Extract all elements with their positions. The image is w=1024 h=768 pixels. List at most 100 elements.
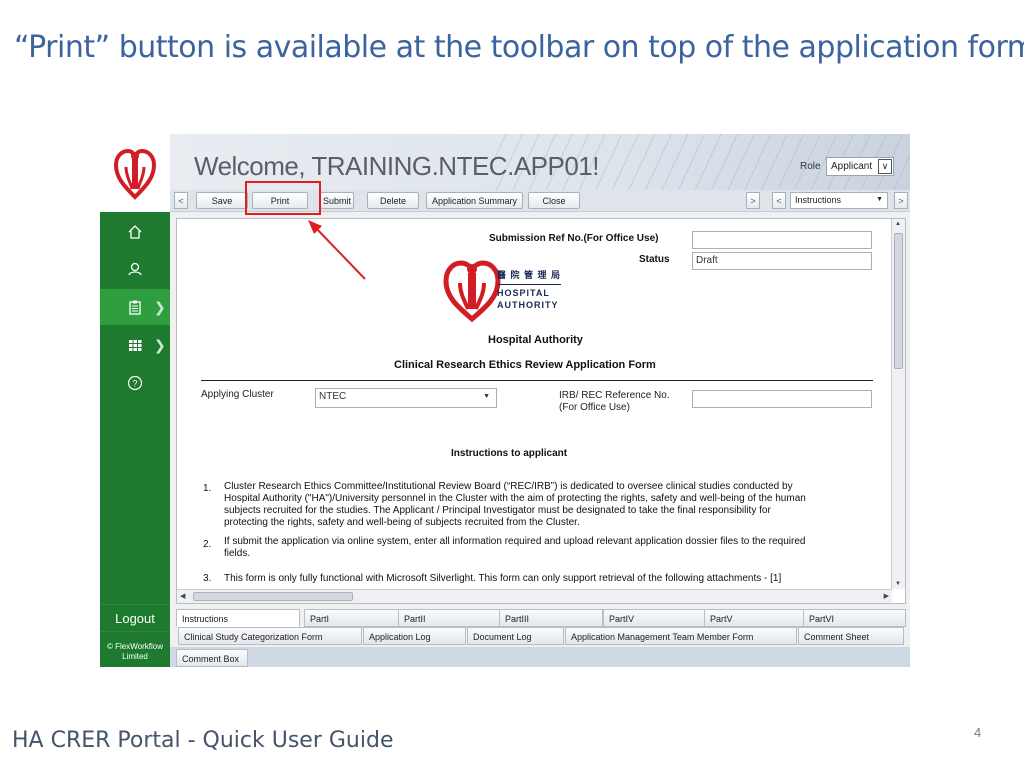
scroll-up-icon[interactable]: ▲ <box>895 221 901 227</box>
instruction-item-3: This form is only fully functional with … <box>224 573 781 585</box>
title-divider <box>201 380 873 381</box>
logout-button[interactable]: Logout <box>100 604 170 632</box>
horizontal-scroll-thumb[interactable] <box>193 592 353 601</box>
sidebar-item-home[interactable] <box>100 214 170 250</box>
app-header: Welcome, TRAINING.NTEC.APP01! Role Appli… <box>170 134 910 190</box>
tabs-bottom-bar <box>170 647 910 667</box>
slide-title: “Print” button is available at the toolb… <box>14 30 1024 65</box>
tab-comment-sheet[interactable]: Comment Sheet <box>798 627 904 645</box>
applying-cluster-label: Applying Cluster <box>201 389 274 400</box>
submission-ref-label: Submission Ref No.(For Office Use) <box>489 233 659 244</box>
sidebar: ❯ ❯ ? Logout © FlexWorkflow Limited <box>100 134 170 667</box>
instruction-line: This form is only fully functional with … <box>224 573 782 584</box>
vertical-scroll-thumb[interactable] <box>894 233 903 369</box>
role-select[interactable]: Applicant ∨ <box>826 157 894 176</box>
instruction-number: 1. <box>203 483 212 494</box>
sidebar-item-profile[interactable] <box>100 251 170 287</box>
copyright-text: © FlexWorkflow Limited <box>107 642 163 661</box>
delete-button[interactable]: Delete <box>367 192 419 209</box>
tab-part-v[interactable]: PartV <box>704 609 804 627</box>
dropdown-triangle-icon: ▼ <box>876 196 883 203</box>
irb-ref-label-line2: (For Office Use) <box>559 402 630 413</box>
ha-chinese-name: 醫 院 管 理 局 <box>497 270 562 280</box>
applying-cluster-select[interactable]: NTEC ▼ <box>315 388 497 408</box>
red-arrow-annotation-icon <box>308 220 366 280</box>
sidebar-item-applications[interactable]: ❯ <box>100 289 170 325</box>
help-icon: ? <box>127 375 143 391</box>
hospital-authority-logo <box>100 134 170 212</box>
org-title: Hospital Authority <box>488 334 583 346</box>
irb-ref-label-line1: IRB/ REC Reference No. <box>559 390 670 401</box>
submit-button[interactable]: Submit <box>320 192 354 209</box>
instruction-line: Hospital Authority ("HA")/University per… <box>224 493 806 504</box>
ha-name-block: 醫 院 管 理 局 HOSPITAL AUTHORITY <box>497 269 562 311</box>
tab-clinical-study-categorization-form[interactable]: Clinical Study Categorization Form <box>178 627 362 645</box>
toolbar: < Save Print Submit Delete Application S… <box>170 190 910 212</box>
irb-ref-label: IRB/ REC Reference No. (For Office Use) <box>559 390 670 414</box>
application-summary-button[interactable]: Application Summary <box>426 192 523 209</box>
section-select[interactable]: Instructions ▼ <box>790 192 888 209</box>
ha-english-name-1: HOSPITAL <box>497 284 562 299</box>
instruction-line: subjects recruited for the studies. The … <box>224 505 771 516</box>
tab-part-i[interactable]: PartI <box>304 609 400 627</box>
applying-cluster-value: NTEC <box>319 391 347 402</box>
tab-instructions[interactable]: Instructions <box>176 609 300 627</box>
footer-title: HA CRER Portal - Quick User Guide <box>12 728 394 753</box>
application-form-panel: Submission Ref No.(For Office Use) Statu… <box>176 218 906 604</box>
home-icon <box>128 225 142 239</box>
tab-application-management-team-member-form[interactable]: Application Management Team Member Form <box>565 627 797 645</box>
scroll-left-icon[interactable]: ◀ <box>180 592 185 600</box>
instructions-heading: Instructions to applicant <box>451 448 568 459</box>
submission-ref-field[interactable] <box>692 231 872 249</box>
status-label: Status <box>639 254 670 265</box>
instruction-item-1: Cluster Research Ethics Committee/Instit… <box>224 481 806 529</box>
tab-document-log[interactable]: Document Log <box>467 627 564 645</box>
ha-heart-logo-icon <box>113 148 157 200</box>
role-label: Role <box>800 161 821 172</box>
vertical-scrollbar[interactable]: ▲ ▼ <box>891 219 905 589</box>
grid-icon <box>129 340 142 351</box>
chevron-right-icon: ❯ <box>154 298 166 315</box>
page-number: 4 <box>974 725 982 740</box>
instruction-line: If submit the application via online sys… <box>224 536 806 547</box>
horizontal-scrollbar[interactable]: ◀ ▶ <box>177 589 892 603</box>
clipboard-icon <box>129 300 141 315</box>
tab-part-vi[interactable]: PartVI <box>803 609 906 627</box>
ha-english-name-2: AUTHORITY <box>497 300 559 310</box>
instruction-item-2: If submit the application via online sys… <box>224 536 805 560</box>
instruction-line: Cluster Research Ethics Committee/Instit… <box>224 481 793 492</box>
welcome-message: Welcome, TRAINING.NTEC.APP01! <box>194 151 599 181</box>
chevron-right-icon: ❯ <box>154 336 166 353</box>
toolbar-next-button[interactable]: > <box>746 192 760 209</box>
section-next-button[interactable]: > <box>894 192 908 209</box>
irb-ref-field[interactable] <box>692 390 872 408</box>
toolbar-prev-button[interactable]: < <box>174 192 188 209</box>
scroll-down-icon[interactable]: ▼ <box>895 581 901 587</box>
section-prev-button[interactable]: < <box>772 192 786 209</box>
instruction-line: protecting the rights, safety and well-b… <box>224 517 580 528</box>
tab-comment-box[interactable]: Comment Box <box>176 649 248 667</box>
save-button[interactable]: Save <box>196 192 248 209</box>
svg-text:?: ? <box>132 379 137 389</box>
sidebar-item-modules[interactable]: ❯ <box>100 327 170 363</box>
scroll-right-icon[interactable]: ▶ <box>884 592 889 600</box>
tab-part-iii[interactable]: PartIII <box>499 609 603 627</box>
tab-application-log[interactable]: Application Log <box>363 627 466 645</box>
sidebar-item-help[interactable]: ? <box>100 365 170 401</box>
chevron-down-icon: ∨ <box>878 159 892 174</box>
instruction-line: fields. <box>224 548 251 559</box>
user-icon <box>128 262 142 276</box>
tab-part-ii[interactable]: PartII <box>398 609 500 627</box>
instruction-number: 3. <box>203 573 212 584</box>
status-field[interactable]: Draft <box>692 252 872 270</box>
dropdown-triangle-icon: ▼ <box>483 393 490 400</box>
form-content: Submission Ref No.(For Office Use) Statu… <box>177 219 892 589</box>
section-select-value: Instructions <box>795 195 842 205</box>
close-button[interactable]: Close <box>528 192 580 209</box>
application-window: ❯ ❯ ? Logout © FlexWorkflow Limited Welc… <box>100 134 910 667</box>
form-title: Clinical Research Ethics Review Applicat… <box>394 359 656 371</box>
role-select-value: Applicant <box>831 161 873 172</box>
tab-part-iv[interactable]: PartIV <box>603 609 707 627</box>
instruction-number: 2. <box>203 539 212 550</box>
print-button[interactable]: Print <box>252 192 308 209</box>
